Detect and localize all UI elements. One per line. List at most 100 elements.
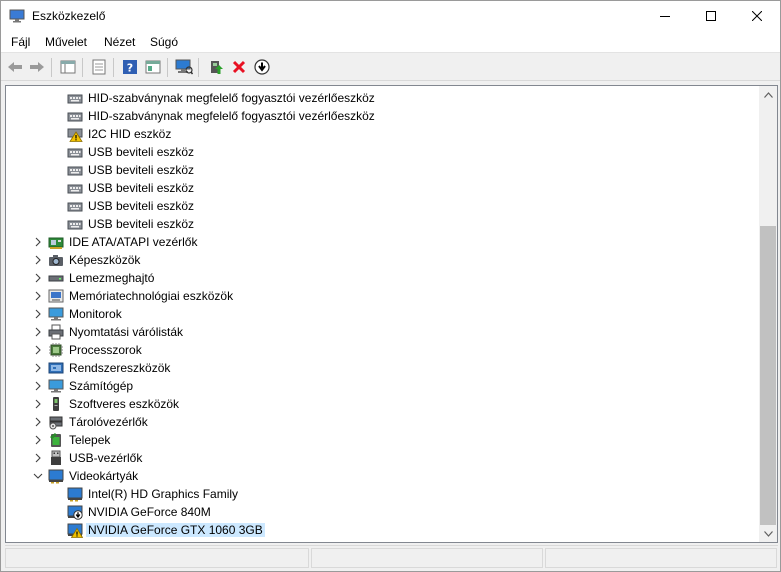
device-category-lemezmeghajto[interactable]: Lemezmeghajtó: [6, 269, 758, 287]
tree-item-label: Nyomtatási várólisták: [69, 325, 184, 339]
computer-icon: [48, 378, 64, 394]
device-category-szamitogep[interactable]: Számítógép: [6, 377, 758, 395]
hid-device-icon: [67, 162, 83, 178]
device-item-nvidia-geforce-840m[interactable]: NVIDIA GeForce 840M: [6, 503, 758, 521]
expand-chevron-right-icon[interactable]: [30, 234, 46, 250]
forward-button[interactable]: [27, 58, 47, 76]
tree-item-label: USB beviteli eszköz: [88, 181, 195, 195]
device-category-telepek[interactable]: Telepek: [6, 431, 758, 449]
tree-item-label: Monitorok: [69, 307, 122, 321]
device-item-hid-szabvanynak-megfelelo-fogyasztoi-vezerloeszkoz[interactable]: HID-szabványnak megfelelő fogyasztói vez…: [6, 107, 758, 125]
expand-chevron-right-icon[interactable]: [30, 432, 46, 448]
show-details-button[interactable]: [143, 58, 163, 76]
scan-hardware-changes-button[interactable]: [174, 58, 194, 76]
device-manager-window: Eszközkezelő Fájl Művelet Nézet Súgó ? H…: [0, 0, 781, 572]
device-category-tarolovezerlok[interactable]: Tárolóvezérlők: [6, 413, 758, 431]
device-item-intel-r-hd-graphics-family[interactable]: Intel(R) HD Graphics Family: [6, 485, 758, 503]
maximize-button[interactable]: [688, 1, 734, 31]
back-button[interactable]: [5, 58, 25, 76]
device-category-rendszereszkozok[interactable]: Rendszereszközök: [6, 359, 758, 377]
scrollbar-thumb[interactable]: [760, 226, 776, 525]
expand-chevron-right-icon[interactable]: [30, 270, 46, 286]
disable-device-button[interactable]: [252, 58, 272, 76]
device-manager-app-icon: [9, 9, 25, 23]
menu-action[interactable]: Művelet: [45, 35, 87, 49]
device-item-nvidia-geforce-gtx-1060-3gb[interactable]: NVIDIA GeForce GTX 1060 3GB: [6, 521, 758, 539]
memory-device-icon: [48, 288, 64, 304]
hid-device-icon: [67, 108, 83, 124]
device-item-usb-beviteli-eszkoz[interactable]: USB beviteli eszköz: [6, 179, 758, 197]
scroll-up-arrow-icon[interactable]: [759, 86, 777, 103]
device-item-usb-beviteli-eszkoz[interactable]: USB beviteli eszköz: [6, 215, 758, 233]
status-bar-panel: [311, 548, 543, 568]
monitor-icon: [48, 306, 64, 322]
expand-chevron-right-icon[interactable]: [30, 342, 46, 358]
device-item-usb-beviteli-eszkoz[interactable]: USB beviteli eszköz: [6, 161, 758, 179]
title-bar[interactable]: Eszközkezelő: [1, 1, 780, 31]
display-adapter-icon: [67, 486, 83, 502]
tree-item-label: USB beviteli eszköz: [88, 217, 195, 231]
tree-item-label: IDE ATA/ATAPI vezérlők: [69, 235, 198, 249]
device-category-processzorok[interactable]: Processzorok: [6, 341, 758, 359]
storage-controller-icon: [48, 414, 64, 430]
tree-item-label: Videokártyák: [69, 469, 139, 483]
toolbar-separator: [198, 58, 199, 77]
update-driver-button[interactable]: [206, 58, 226, 76]
expand-chevron-right-icon[interactable]: [30, 324, 46, 340]
display-adapter-icon: [48, 468, 64, 484]
expand-chevron-right-icon[interactable]: [30, 396, 46, 412]
device-item-hid-szabvanynak-megfelelo-fogyasztoi-vezerloeszkoz[interactable]: HID-szabványnak megfelelő fogyasztói vez…: [6, 89, 758, 107]
tree-item-label: Szoftveres eszközök: [69, 397, 180, 411]
expand-chevron-down-icon[interactable]: [30, 468, 46, 484]
tree-item-label: Intel(R) HD Graphics Family: [88, 487, 239, 501]
device-item-usb-beviteli-eszkoz[interactable]: USB beviteli eszköz: [6, 197, 758, 215]
tree-item-label: HID-szabványnak megfelelő fogyasztói vez…: [88, 109, 375, 123]
expand-chevron-right-icon[interactable]: [30, 450, 46, 466]
processor-icon: [48, 342, 64, 358]
device-category-ide-ata-atapi-vezerlok[interactable]: IDE ATA/ATAPI vezérlők: [6, 233, 758, 251]
tree-item-label: USB beviteli eszköz: [88, 199, 195, 213]
device-item-i2c-hid-eszkoz[interactable]: I2C HID eszköz: [6, 125, 758, 143]
help-button[interactable]: ?: [120, 58, 140, 76]
device-category-memoriatechnologiai-eszkozok[interactable]: Memóriatechnológiai eszközök: [6, 287, 758, 305]
menu-bar: Fájl Művelet Nézet Súgó: [1, 31, 780, 53]
device-category-szoftveres-eszkozok[interactable]: Szoftveres eszközök: [6, 395, 758, 413]
tree-item-label: Számítógép: [69, 379, 134, 393]
close-button[interactable]: [734, 1, 780, 31]
device-item-usb-beviteli-eszkoz[interactable]: USB beviteli eszköz: [6, 143, 758, 161]
scroll-down-arrow-icon[interactable]: [759, 525, 777, 542]
device-category-kepeszkozok[interactable]: Képeszközök: [6, 251, 758, 269]
tree-item-label: NVIDIA GeForce GTX 1060 3GB: [86, 523, 265, 537]
device-category-videokartyak[interactable]: Videokártyák: [6, 467, 758, 485]
device-category-monitorok[interactable]: Monitorok: [6, 305, 758, 323]
disk-drive-icon: [48, 270, 64, 286]
expand-chevron-right-icon[interactable]: [30, 378, 46, 394]
properties-button[interactable]: [89, 58, 109, 76]
expand-chevron-right-icon[interactable]: [30, 288, 46, 304]
show-hide-console-tree-button[interactable]: [58, 58, 78, 76]
expand-chevron-right-icon[interactable]: [30, 306, 46, 322]
menu-file[interactable]: Fájl: [11, 35, 30, 49]
vertical-scrollbar[interactable]: [759, 86, 777, 542]
device-category-usb-vezerlok[interactable]: USB-vezérlők: [6, 449, 758, 467]
device-tree-view[interactable]: HID-szabványnak megfelelő fogyasztói vez…: [5, 85, 778, 543]
expand-chevron-right-icon[interactable]: [30, 360, 46, 376]
display-adapter-warning-icon: [67, 522, 84, 538]
tree-item-label: HID-szabványnak megfelelő fogyasztói vez…: [88, 91, 375, 105]
tree-item-label: Lemezmeghajtó: [69, 271, 155, 285]
tree-item-label: Rendszereszközök: [69, 361, 171, 375]
menu-view[interactable]: Nézet: [104, 35, 135, 49]
status-bar: [5, 545, 778, 569]
expand-chevron-right-icon[interactable]: [30, 252, 46, 268]
tree-item-label: USB beviteli eszköz: [88, 163, 195, 177]
usb-icon: [48, 450, 64, 466]
camera-icon: [48, 252, 64, 268]
system-device-icon: [48, 360, 64, 376]
status-bar-panel: [545, 548, 777, 568]
status-bar-panel: [5, 548, 309, 568]
device-category-nyomtatasi-varolistak[interactable]: Nyomtatási várólisták: [6, 323, 758, 341]
expand-chevron-right-icon[interactable]: [30, 414, 46, 430]
minimize-button[interactable]: [642, 1, 688, 31]
uninstall-device-button[interactable]: [229, 58, 249, 76]
menu-help[interactable]: Súgó: [150, 35, 178, 49]
